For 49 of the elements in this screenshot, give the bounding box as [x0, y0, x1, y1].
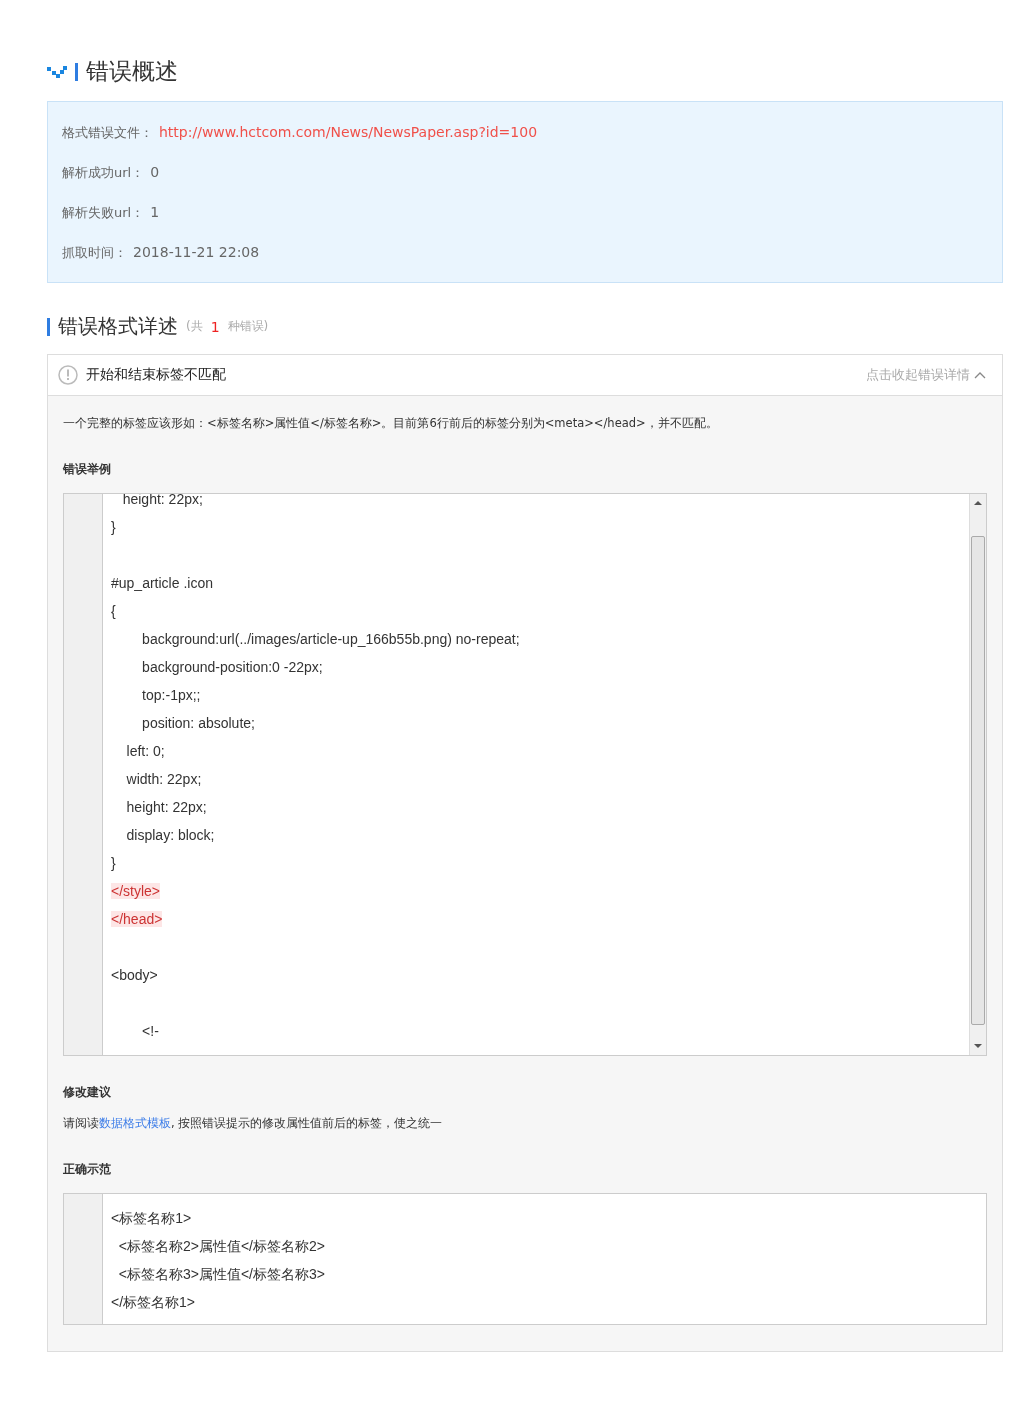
error-count: 1	[210, 318, 220, 335]
error-count-open: (共	[186, 318, 203, 335]
field-label: 解析失败url：	[62, 204, 145, 222]
code-line: background-position:0 -22px;	[141, 659, 323, 675]
field-label: 抓取时间：	[62, 244, 127, 262]
subheading: 修改建议	[63, 1084, 112, 1101]
code-line: top:-1px;;	[141, 687, 201, 703]
file-link[interactable]: http://www.hctcom.com/News/NewsPaper.asp?id=100	[159, 112, 538, 152]
error-count-suffix: 种错误)	[227, 318, 269, 335]
field-value: 2018-11-21 22:08	[133, 243, 260, 262]
subheading: 正确示范	[63, 1161, 112, 1178]
code-line: height: 22px;	[125, 799, 207, 815]
code-line: height: 22px;	[121, 494, 203, 507]
code-line: </标签名称1>	[111, 1294, 196, 1310]
code-line: background:url(../images/article-up_166b55b.png) no-repeat;	[141, 631, 520, 647]
title-bar-marker	[47, 317, 50, 336]
warning-icon	[58, 365, 78, 385]
collapse-toggle[interactable]: 点击收起错误详情	[866, 366, 986, 384]
code-line: <body>	[111, 967, 158, 983]
field-value: 1	[150, 203, 160, 222]
field-label: 格式错误文件：	[62, 124, 153, 142]
scroll-down-icon[interactable]	[974, 1043, 982, 1049]
error-title: 开始和结束标签不匹配	[86, 366, 227, 384]
field-value: 0	[150, 163, 160, 182]
code-line: #up_article .icon	[111, 575, 213, 591]
section-title: 错误格式详述	[58, 313, 178, 340]
code-line: }	[111, 519, 116, 535]
section-title: 错误概述	[86, 57, 178, 86]
code-line: position: absolute;	[141, 715, 255, 731]
code-line: <标签名称1>	[111, 1210, 192, 1226]
suggestion-text: 请阅读数据格式模板, 按照错误提示的修改属性值前后的标签，使之统一	[63, 1116, 444, 1131]
code-line: }	[111, 855, 116, 871]
chevron-icon	[47, 65, 67, 78]
code-line: <!-	[141, 1023, 159, 1039]
subheading: 错误举例	[63, 461, 112, 478]
code-line: <标签名称2>属性值</标签名称2>	[117, 1238, 325, 1254]
code-line: left: 0;	[125, 743, 165, 759]
scroll-up-icon[interactable]	[974, 500, 982, 506]
code-line: {	[111, 603, 116, 619]
caret-icon	[974, 371, 986, 379]
template-link[interactable]: 数据格式模板	[99, 1116, 171, 1130]
error-description: 一个完整的标签应该形如：<标签名称>属性值</标签名称>。目前第6行前后的标签分别为<meta></head>，并不匹配。	[63, 416, 719, 431]
title-bar-marker	[75, 62, 78, 81]
scrollbar[interactable]	[969, 494, 986, 1055]
code-line: <标签名称3>属性值</标签名称3>	[117, 1266, 325, 1282]
code-line: width: 22px;	[125, 771, 202, 787]
code-line: display: block;	[125, 827, 215, 843]
scroll-thumb[interactable]	[971, 536, 985, 1025]
field-label: 解析成功url：	[62, 164, 145, 182]
